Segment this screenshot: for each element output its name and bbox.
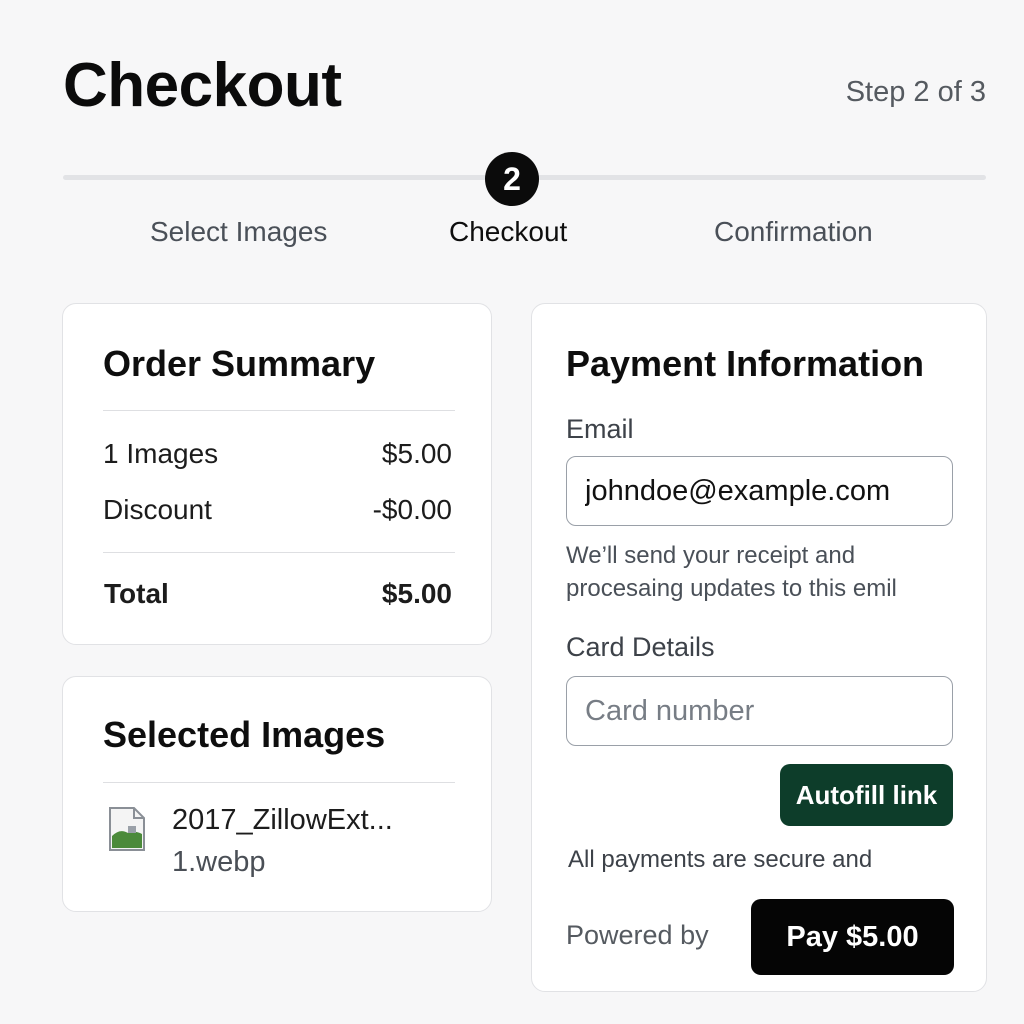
images-subtotal-value: $5.00 bbox=[381, 438, 452, 469]
email-label: Email bbox=[566, 414, 634, 444]
card-number-field[interactable] bbox=[566, 676, 953, 746]
total-label: Total bbox=[104, 578, 169, 609]
step-select-images[interactable]: Select Images bbox=[150, 216, 327, 248]
order-summary-divider bbox=[103, 410, 455, 411]
current-step-badge: 2 bbox=[485, 152, 539, 206]
total-divider bbox=[103, 552, 455, 553]
card-details-label: Card Details bbox=[566, 632, 715, 662]
discount-value: -$0.00 bbox=[372, 494, 452, 525]
email-help-text: We’ll send your receipt and procesaing u… bbox=[566, 542, 897, 602]
selected-images-card bbox=[62, 676, 492, 912]
powered-by-text: Powered by bbox=[566, 920, 709, 950]
total-value: $5.00 bbox=[381, 578, 452, 609]
step-confirmation[interactable]: Confirmation bbox=[714, 216, 873, 248]
payment-title: Payment Information bbox=[566, 343, 925, 384]
discount-label: Discount bbox=[103, 494, 212, 525]
secure-payments-text: All payments are secure and bbox=[568, 846, 873, 873]
autofill-link-button[interactable]: Autofill link bbox=[780, 764, 953, 826]
order-summary-title: Order Summary bbox=[103, 343, 376, 384]
page-title: Checkout bbox=[63, 51, 342, 120]
file-name-continued: 1.webp bbox=[172, 846, 266, 878]
step-indicator: Step 2 of 3 bbox=[845, 76, 986, 108]
step-checkout[interactable]: Checkout bbox=[449, 216, 567, 248]
checkout-page: Checkout Step 2 of 3 2 Select Images Che… bbox=[0, 0, 1024, 1024]
selected-images-divider bbox=[103, 782, 455, 783]
file-name: 2017_ZillowExt... bbox=[172, 804, 393, 836]
pay-button[interactable]: Pay $5.00 bbox=[751, 899, 954, 975]
image-file-icon bbox=[109, 807, 145, 851]
email-field[interactable] bbox=[566, 456, 953, 526]
selected-images-title: Selected Images bbox=[103, 714, 386, 755]
images-count-label: 1 Images bbox=[103, 438, 219, 469]
